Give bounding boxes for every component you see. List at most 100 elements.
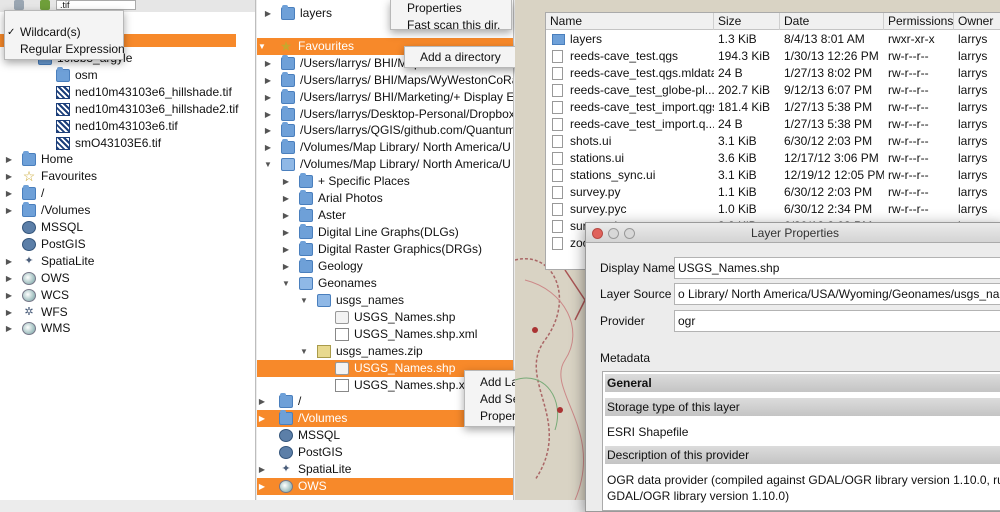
right-tree-item[interactable]: ▶ Arial Photos: [257, 190, 513, 207]
filter-input[interactable]: .tif: [56, 0, 136, 10]
file-list-row[interactable]: reeds-cave_test_globe-pl... 202.7 KiB 9/12…: [546, 82, 1000, 99]
expand-arrow-icon[interactable]: ▶: [281, 173, 291, 190]
right-tree-item[interactable]: ▶ Geology: [257, 258, 513, 275]
expand-arrow-icon[interactable]: ▶: [263, 139, 273, 156]
left-tree-item[interactable]: ▶ Home: [0, 151, 255, 168]
expand-arrow-icon[interactable]: ▶: [257, 393, 267, 410]
file-list-row[interactable]: stations.ui 3.6 KiB 12/17/12 3:06 PM rw-r--…: [546, 150, 1000, 167]
file-list-row[interactable]: survey.py 1.1 KiB 6/30/12 2:03 PM rw-r--r--…: [546, 184, 1000, 201]
close-window-icon[interactable]: [592, 228, 603, 239]
column-size[interactable]: Size: [714, 13, 780, 30]
column-date[interactable]: Date: [780, 13, 884, 30]
left-tree-item-label: WCS: [41, 288, 69, 302]
column-permissions[interactable]: Permissions: [884, 13, 954, 30]
left-tree-item[interactable]: ▶ /: [0, 185, 255, 202]
right-tree-item[interactable]: ▶ Aster: [257, 207, 513, 224]
left-tree-item[interactable]: smO43103E6.tif: [0, 135, 255, 152]
expand-arrow-icon[interactable]: ▼: [257, 38, 267, 55]
zoom-window-icon[interactable]: [624, 228, 635, 239]
column-name[interactable]: Name: [546, 13, 714, 30]
expand-arrow-icon[interactable]: ▼: [263, 156, 273, 173]
right-tree-item[interactable]: ▶ /Users/larrys/QGIS/github.com/Quantum: [257, 122, 513, 139]
left-tree-item[interactable]: ▶ /Volumes: [0, 202, 255, 219]
right-tree-item[interactable]: USGS_Names.shp.xml: [257, 326, 513, 343]
expand-arrow-icon[interactable]: ▶: [4, 185, 14, 202]
left-tree-item[interactable]: ▶ WMS: [0, 320, 255, 337]
expand-arrow-icon[interactable]: ▶: [4, 304, 14, 321]
right-tree-item[interactable]: ▶ OWS: [257, 478, 513, 495]
left-tree-item[interactable]: ned10m43103e6.tif: [0, 118, 255, 135]
left-tree-item[interactable]: MSSQL: [0, 219, 255, 236]
expand-arrow-icon[interactable]: ▶: [281, 207, 291, 224]
right-tree-item[interactable]: ▶ /Users/larrys/Desktop-Personal/Dropbox: [257, 106, 513, 123]
left-tree-item[interactable]: ned10m43103e6_hillshade2.tif: [0, 101, 255, 118]
expand-arrow-icon[interactable]: ▶: [4, 287, 14, 304]
left-tree-item[interactable]: ▶ WCS: [0, 287, 255, 304]
file-list-row[interactable]: stations_sync.ui 3.1 KiB 12/19/12 12:05 PM…: [546, 167, 1000, 184]
left-tree-item[interactable]: ▶ OWS: [0, 270, 255, 287]
right-tree-item[interactable]: ▶ Digital Line Graphs(DLGs): [257, 224, 513, 241]
expand-arrow-icon[interactable]: ▶: [281, 190, 291, 207]
expand-arrow-icon[interactable]: ▶: [263, 72, 273, 89]
file-list-row[interactable]: survey.pyc 1.0 KiB 6/30/12 2:34 PM rw-r--r-…: [546, 201, 1000, 218]
right-tree-item[interactable]: ▶ /Users/larrys/ BHI/Marketing/+ Display …: [257, 89, 513, 106]
expand-arrow-icon[interactable]: ▶: [263, 55, 273, 72]
filter-icon[interactable]: [40, 0, 50, 10]
expand-arrow-icon[interactable]: ▶: [257, 478, 267, 495]
right-tree-item[interactable]: ▶ + Specific Places: [257, 173, 513, 190]
expand-arrow-icon[interactable]: ▼: [281, 275, 291, 292]
expand-arrow-icon[interactable]: ▼: [299, 292, 309, 309]
file-list-row[interactable]: reeds-cave_test_import.qgs 181.4 KiB 1/27/…: [546, 99, 1000, 116]
menu-item-wildcards[interactable]: ✓ Wildcard(s): [5, 24, 123, 41]
right-tree-item[interactable]: PostGIS: [257, 444, 513, 461]
expand-arrow-icon[interactable]: ▶: [4, 151, 14, 168]
expand-arrow-icon[interactable]: ▶: [4, 320, 14, 337]
column-owner[interactable]: Owner: [954, 13, 1000, 30]
expand-arrow-icon[interactable]: ▶: [263, 5, 273, 22]
expand-arrow-icon[interactable]: ▶: [281, 241, 291, 258]
file-list-row[interactable]: reeds-cave_test.qgs.mldata 24 B 1/27/13 8:…: [546, 65, 1000, 82]
expand-arrow-icon[interactable]: ▶: [281, 224, 291, 241]
minimize-window-icon[interactable]: [608, 228, 619, 239]
file-list-row[interactable]: reeds-cave_test.qgs 194.3 KiB 1/30/13 12:2…: [546, 48, 1000, 65]
add-layer-icon[interactable]: [14, 0, 24, 10]
right-tree-item[interactable]: ▼ usgs_names.zip: [257, 343, 513, 360]
expand-arrow-icon[interactable]: ▶: [257, 410, 267, 427]
expand-arrow-icon[interactable]: ▶: [257, 461, 267, 478]
right-tree-item[interactable]: USGS_Names.shp: [257, 309, 513, 326]
layer-source-field[interactable]: o Library/ North America/USA/Wyoming/Geo…: [674, 283, 1000, 305]
display-name-field[interactable]: USGS_Names.shp: [674, 257, 1000, 279]
left-tree-item[interactable]: PostGIS: [0, 236, 255, 253]
expand-arrow-icon[interactable]: ▶: [263, 89, 273, 106]
menu-item-properties[interactable]: Properties: [391, 0, 511, 17]
expand-arrow-icon[interactable]: ▶: [263, 106, 273, 123]
expand-arrow-icon[interactable]: ▶: [4, 168, 14, 185]
expand-arrow-icon[interactable]: ▶: [263, 122, 273, 139]
right-tree-item[interactable]: ▶ /Volumes/Map Library/ North America/U: [257, 139, 513, 156]
expand-arrow-icon[interactable]: ▶: [4, 253, 14, 270]
file-list-row[interactable]: layers 1.3 KiB 8/4/13 8:01 AM rwxr-xr-x larr…: [546, 31, 1000, 48]
expand-arrow-icon[interactable]: ▼: [299, 343, 309, 360]
expand-arrow-icon[interactable]: ▶: [4, 270, 14, 287]
file-list-row[interactable]: reeds-cave_test_import.q... 24 B 1/27/13 5…: [546, 116, 1000, 133]
expand-arrow-icon[interactable]: ▶: [281, 258, 291, 275]
right-tree-item[interactable]: MSSQL: [257, 427, 513, 444]
left-tree-item[interactable]: osm: [0, 67, 255, 84]
menu-item-add-directory[interactable]: Add a directory: [405, 47, 520, 67]
file-list-row[interactable]: shots.ui 3.1 KiB 6/30/12 2:03 PM rw-r--r-- l…: [546, 133, 1000, 150]
left-tree-item[interactable]: ▶ ✲ WFS: [0, 304, 255, 321]
metadata-view[interactable]: General Storage type of this layer ESRI …: [602, 371, 1000, 511]
menu-item-regular-expression[interactable]: Regular Expression: [5, 41, 125, 58]
right-tree-item[interactable]: ▼ /Volumes/Map Library/ North America/U: [257, 156, 513, 173]
right-tree-item[interactable]: ▼ Geonames: [257, 275, 513, 292]
menu-item-fast-scan[interactable]: Fast scan this dir.: [391, 17, 511, 34]
left-tree-item[interactable]: ▶ ✦ SpatiaLite: [0, 253, 255, 270]
right-tree-item[interactable]: ▶ Digital Raster Graphics(DRGs): [257, 241, 513, 258]
right-tree-item[interactable]: ▶ ✦ SpatiaLite: [257, 461, 513, 478]
left-tree-item[interactable]: ▶ ☆ Favourites: [0, 168, 255, 185]
right-tree-item[interactable]: ▼ usgs_names: [257, 292, 513, 309]
expand-arrow-icon[interactable]: ▶: [4, 202, 14, 219]
provider-field[interactable]: ogr: [674, 310, 1000, 332]
right-tree-item[interactable]: ▶ /Users/larrys/ BHI/Maps/WyWestonCoRa: [257, 72, 513, 89]
left-tree-item[interactable]: ned10m43103e6_hillshade.tif: [0, 84, 255, 101]
